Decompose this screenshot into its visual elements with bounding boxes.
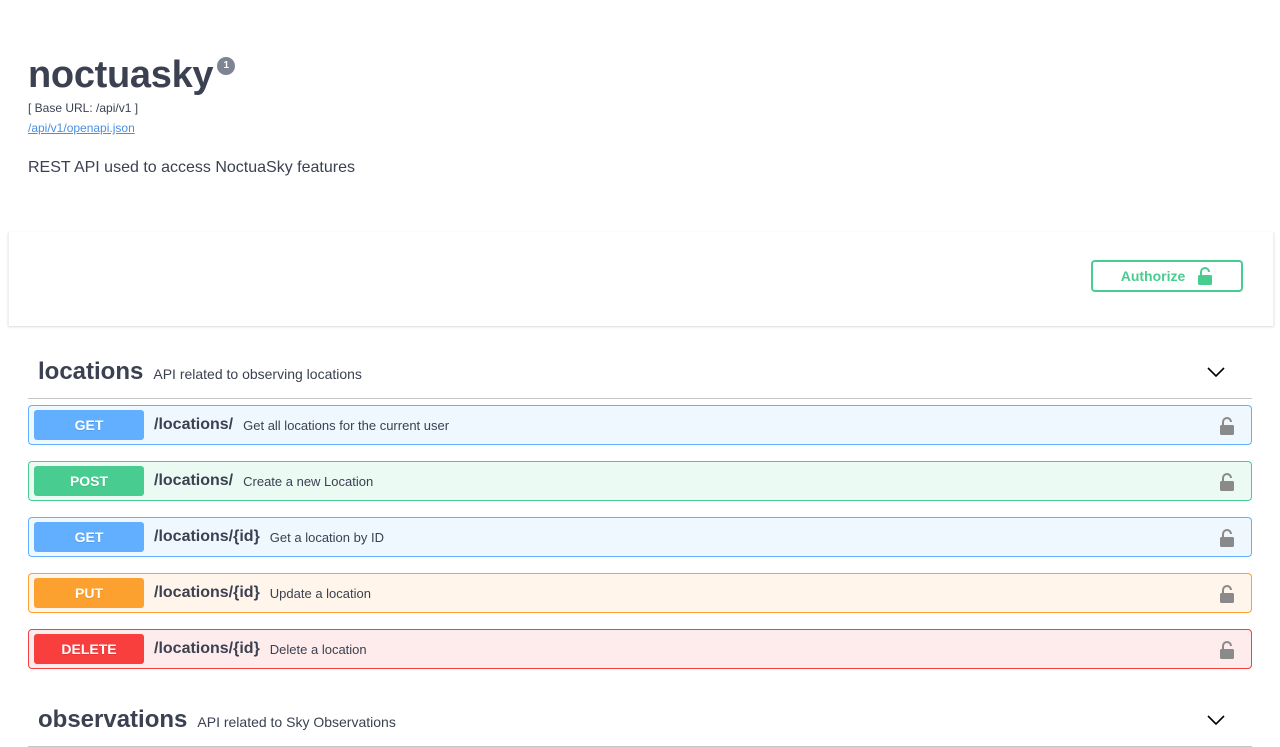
api-info: noctuasky 1 [ Base URL: /api/v1 ] /api/v… xyxy=(28,52,1228,177)
tag-description: API related to Sky Observations xyxy=(197,713,396,730)
operation-path: /locations/ xyxy=(154,416,234,433)
operation-summary: Get a location by ID xyxy=(269,529,384,545)
operation-summary: Get all locations for the current user xyxy=(243,417,450,433)
method-badge: PUT xyxy=(34,578,144,608)
openapi-spec-link[interactable]: /api/v1/openapi.json xyxy=(28,121,135,135)
tag-name: observations xyxy=(38,706,188,733)
lock-icon[interactable] xyxy=(1219,529,1235,547)
tag-section-observations: observations API related to Sky Observat… xyxy=(28,694,1252,747)
base-url: [ Base URL: /api/v1 ] xyxy=(28,101,139,115)
operation-summary: Update a location xyxy=(269,585,371,601)
operation-summary: Delete a location xyxy=(269,641,367,657)
operation-path: /locations/{id} xyxy=(154,584,260,601)
operation-path: /locations/ xyxy=(154,472,234,489)
chevron-down-icon[interactable] xyxy=(1206,710,1226,730)
method-badge: GET xyxy=(34,410,144,440)
lock-icon[interactable] xyxy=(1219,585,1235,603)
version-badge: 1 xyxy=(217,57,236,75)
operation-path: /locations/{id} xyxy=(154,528,260,545)
tag-name: locations xyxy=(38,358,144,385)
lock-icon[interactable] xyxy=(1219,473,1235,491)
lock-icon[interactable] xyxy=(1219,641,1235,659)
title-row: noctuasky 1 xyxy=(28,52,1228,98)
method-badge: POST xyxy=(34,466,144,496)
method-badge: DELETE xyxy=(34,634,144,664)
operation-summary: Create a new Location xyxy=(243,473,374,489)
operation-get-locations[interactable]: GET /locations/ Get all locations for th… xyxy=(28,405,1252,445)
tag-description: API related to observing locations xyxy=(153,365,362,382)
operation-path: /locations/{id} xyxy=(154,640,260,657)
chevron-down-icon[interactable] xyxy=(1206,362,1226,382)
api-title: noctuasky xyxy=(28,54,214,96)
authorize-button[interactable]: Authorize xyxy=(1091,260,1243,292)
api-description: REST API used to access NoctuaSky featur… xyxy=(28,159,355,176)
scheme-container: Authorize xyxy=(8,232,1274,326)
operation-put-location[interactable]: PUT /locations/{id} Update a location xyxy=(28,573,1252,613)
method-badge: GET xyxy=(34,522,144,552)
operation-post-locations[interactable]: POST /locations/ Create a new Location xyxy=(28,461,1252,501)
tag-header-observations[interactable]: observations API related to Sky Observat… xyxy=(28,694,1252,747)
operation-delete-location[interactable]: DELETE /locations/{id} Delete a location xyxy=(28,629,1252,669)
lock-icon[interactable] xyxy=(1219,417,1235,435)
unlocked-icon xyxy=(1198,267,1213,285)
operation-get-location-by-id[interactable]: GET /locations/{id} Get a location by ID xyxy=(28,517,1252,557)
tag-header-locations[interactable]: locations API related to observing locat… xyxy=(28,346,1252,399)
authorize-label: Authorize xyxy=(1120,268,1186,284)
tag-section-locations: locations API related to observing locat… xyxy=(28,346,1252,669)
